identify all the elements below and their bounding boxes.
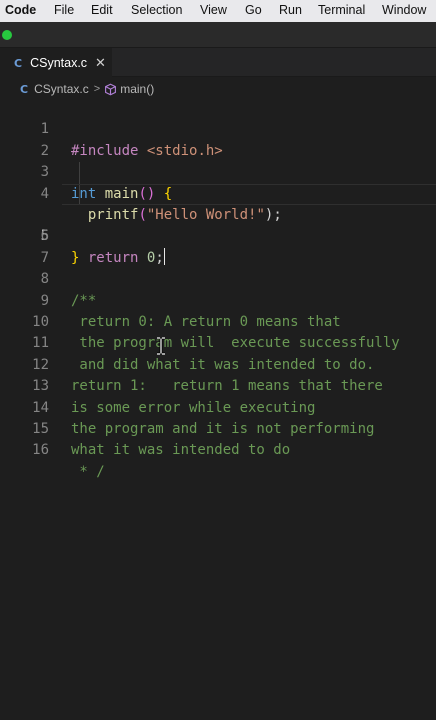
menu-run[interactable]: Run [279,3,302,17]
current-line-highlight [62,183,436,205]
code-line-16: 16 * / [0,419,436,479]
code-line-4: 4 printf("Hello World!"); [0,162,436,223]
tab-label: CSyntax.c [30,56,88,70]
code-line-10: 10 the program will execute successfully [0,291,436,351]
menu-selection[interactable]: Selection [131,3,182,17]
token-comment: what it was intended to do [71,442,291,459]
code-line-15: 15 what it was intended to do [0,398,436,458]
c-file-icon: C [20,82,29,96]
code-line-8: 8 /** [0,248,436,308]
code-line-14: 14 the program and it is not performing [0,376,436,437]
code-line-7: 7 [0,226,436,266]
close-icon[interactable]: ✕ [95,55,106,71]
code-line-2: 2 [0,119,436,159]
token-comment: * / [71,463,105,480]
code-line-12: 12 return 1: return 1 means that there [0,333,436,394]
menu-file[interactable]: File [54,3,74,17]
menu-bar: Code File Edit Selection View Go Run Ter… [0,0,436,22]
maximize-window-button[interactable] [2,30,12,40]
c-file-icon: C [14,56,23,70]
title-bar [0,22,436,48]
code-line-9: 9 return 0: A return 0 means that [0,269,436,330]
ibeam-cursor-icon [157,337,165,355]
code-line-1: 1 #include <stdio.h> [0,98,436,158]
code-line-3: 3 int main() { [0,141,436,201]
breadcrumb-separator: > [93,83,101,95]
menu-window[interactable]: Window [382,3,426,17]
breadcrumb-file[interactable]: CSyntax.c [34,82,89,96]
code-line-13: 13 is some error while executing [0,355,436,415]
code-line-5: 5 return 0; [0,183,436,266]
menu-go[interactable]: Go [245,3,262,17]
breadcrumb-symbol[interactable]: main() [120,82,154,96]
symbol-method-icon [104,83,117,96]
code-line-6: 6 } [0,205,436,265]
code-line-11: 11 and did what it was intended to do. [0,312,436,372]
menu-code[interactable]: Code [5,3,36,17]
breadcrumb: C CSyntax.c > main() [0,78,436,100]
menu-view[interactable]: View [200,3,227,17]
tab-bar: C CSyntax.c ✕ [0,48,436,77]
menu-terminal[interactable]: Terminal [318,3,365,17]
line-number: 16 [32,442,49,459]
menu-edit[interactable]: Edit [91,3,113,17]
code-editor[interactable]: 1 #include <stdio.h> 2 3 int main() { 4 … [0,98,436,720]
tab-csyntax[interactable]: C CSyntax.c ✕ [0,48,112,77]
